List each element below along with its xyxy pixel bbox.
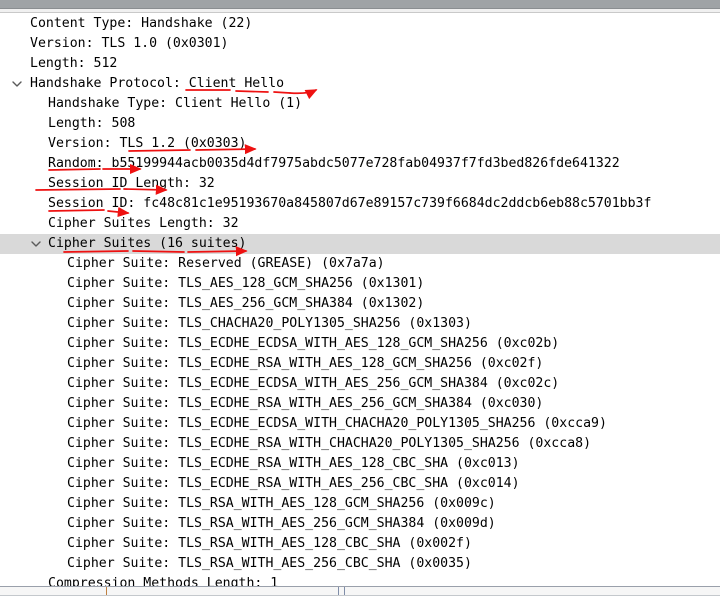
tree-row-label: Cipher Suite: TLS_ECDHE_RSA_WITH_AES_128… xyxy=(67,356,544,371)
tree-row-label: Session ID: fc48c81c1e95193670a845807d67… xyxy=(48,196,652,211)
tree-row-cipher-suite-3[interactable]: Cipher Suite: TLS_CHACHA20_POLY1305_SHA2… xyxy=(0,314,720,334)
tree-row-random[interactable]: Random: b55199944acb0035d4df7975abdc5077… xyxy=(0,154,720,174)
tree-row-handshake-protocol[interactable]: Handshake Protocol: Client Hello xyxy=(0,74,720,94)
tree-row-label: Cipher Suite: TLS_AES_256_GCM_SHA384 (0x… xyxy=(67,296,425,311)
tree-row-cipher-suite-2[interactable]: Cipher Suite: TLS_AES_256_GCM_SHA384 (0x… xyxy=(0,294,720,314)
tree-row-label: Cipher Suite: TLS_RSA_WITH_AES_256_GCM_S… xyxy=(67,516,496,531)
packet-details-pane: Content Type: Handshake (22) Version: TLS… xyxy=(0,0,720,596)
tree-row-label: Cipher Suite: TLS_RSA_WITH_AES_256_CBC_S… xyxy=(67,556,472,571)
status-bar xyxy=(0,586,720,596)
tree-row-handshake-type[interactable]: Handshake Type: Client Hello (1) xyxy=(0,94,720,114)
tree-row-label: Cipher Suite: TLS_RSA_WITH_AES_128_GCM_S… xyxy=(67,496,496,511)
tree-row-cipher-suite-6[interactable]: Cipher Suite: TLS_ECDHE_ECDSA_WITH_AES_2… xyxy=(0,374,720,394)
tree-row-label: Cipher Suite: TLS_CHACHA20_POLY1305_SHA2… xyxy=(67,316,472,331)
tree-row-label: Cipher Suites Length: 32 xyxy=(48,216,239,231)
chevron-down-icon[interactable] xyxy=(31,234,45,254)
tree-row-label: Cipher Suite: TLS_ECDHE_RSA_WITH_AES_256… xyxy=(67,476,520,491)
tree-row-cipher-suite-14[interactable]: Cipher Suite: TLS_RSA_WITH_AES_128_CBC_S… xyxy=(0,534,720,554)
tree-row-cipher-suite-8[interactable]: Cipher Suite: TLS_ECDHE_ECDSA_WITH_CHACH… xyxy=(0,414,720,434)
tree-row-length-handshake[interactable]: Length: 508 xyxy=(0,114,720,134)
tree-row-label: Cipher Suite: TLS_RSA_WITH_AES_128_CBC_S… xyxy=(67,536,472,551)
tree-row-label: Content Type: Handshake (22) xyxy=(30,16,253,31)
tree-row-label: Cipher Suite: TLS_AES_128_GCM_SHA256 (0x… xyxy=(67,276,425,291)
chevron-down-icon[interactable] xyxy=(12,74,26,94)
tree-row-label: Cipher Suite: TLS_ECDHE_RSA_WITH_AES_128… xyxy=(67,456,520,471)
tree-row-cipher-suite-12[interactable]: Cipher Suite: TLS_RSA_WITH_AES_128_GCM_S… xyxy=(0,494,720,514)
tree-row-label: Random: b55199944acb0035d4df7975abdc5077… xyxy=(48,156,620,171)
tree-row-cipher-suite-7[interactable]: Cipher Suite: TLS_ECDHE_RSA_WITH_AES_256… xyxy=(0,394,720,414)
tree-row-label: Length: 508 xyxy=(48,116,136,131)
tree-row-label: Compression Methods Length: 1 xyxy=(48,576,279,586)
tree-row-session-id[interactable]: Session ID: fc48c81c1e95193670a845807d67… xyxy=(0,194,720,214)
tree-row-content-type[interactable]: Content Type: Handshake (22) xyxy=(0,14,720,34)
pane-splitter[interactable] xyxy=(0,0,720,9)
pane-splitter-gap xyxy=(0,9,720,13)
tree-row-cipher-suite-1[interactable]: Cipher Suite: TLS_AES_128_GCM_SHA256 (0x… xyxy=(0,274,720,294)
tree-row-version-handshake[interactable]: Version: TLS 1.2 (0x0303) xyxy=(0,134,720,154)
tree-row-cipher-suites[interactable]: Cipher Suites (16 suites) xyxy=(0,234,720,254)
tree-row-label: Handshake Type: Client Hello (1) xyxy=(48,96,303,111)
tree-row-label: Cipher Suite: TLS_ECDHE_ECDSA_WITH_AES_1… xyxy=(67,336,560,351)
tree-row-compression-methods-length[interactable]: Compression Methods Length: 1 xyxy=(0,574,720,586)
tree-row-label: Cipher Suite: TLS_ECDHE_RSA_WITH_CHACHA2… xyxy=(67,436,592,451)
tree-row-cipher-suite-0[interactable]: Cipher Suite: Reserved (GREASE) (0x7a7a) xyxy=(0,254,720,274)
tree-row-version-record[interactable]: Version: TLS 1.0 (0x0301) xyxy=(0,34,720,54)
tree-row-cipher-suite-10[interactable]: Cipher Suite: TLS_ECDHE_RSA_WITH_AES_128… xyxy=(0,454,720,474)
tree-row-label: Cipher Suite: TLS_ECDHE_RSA_WITH_AES_256… xyxy=(67,396,544,411)
tree-row-cipher-suites-length[interactable]: Cipher Suites Length: 32 xyxy=(0,214,720,234)
tree-row-cipher-suite-4[interactable]: Cipher Suite: TLS_ECDHE_ECDSA_WITH_AES_1… xyxy=(0,334,720,354)
tree-row-label: Version: TLS 1.0 (0x0301) xyxy=(30,36,229,51)
tree-row-cipher-suite-15[interactable]: Cipher Suite: TLS_RSA_WITH_AES_256_CBC_S… xyxy=(0,554,720,574)
tree-row-cipher-suite-13[interactable]: Cipher Suite: TLS_RSA_WITH_AES_256_GCM_S… xyxy=(0,514,720,534)
tree-row-label: Handshake Protocol: Client Hello xyxy=(30,76,285,91)
tree-row-label: Version: TLS 1.2 (0x0303) xyxy=(48,136,247,151)
tree-row-cipher-suite-5[interactable]: Cipher Suite: TLS_ECDHE_RSA_WITH_AES_128… xyxy=(0,354,720,374)
tree-row-label: Cipher Suite: TLS_ECDHE_ECDSA_WITH_AES_2… xyxy=(67,376,560,391)
tree-row-cipher-suite-11[interactable]: Cipher Suite: TLS_ECDHE_RSA_WITH_AES_256… xyxy=(0,474,720,494)
tree-row-length-record[interactable]: Length: 512 xyxy=(0,54,720,74)
packet-detail-tree[interactable]: Content Type: Handshake (22) Version: TLS… xyxy=(0,14,720,586)
tree-row-label: Session ID Length: 32 xyxy=(48,176,215,191)
tree-row-label: Length: 512 xyxy=(30,56,118,71)
tree-row-label: Cipher Suite: Reserved (GREASE) (0x7a7a) xyxy=(67,256,385,271)
tree-row-session-id-length[interactable]: Session ID Length: 32 xyxy=(0,174,720,194)
tree-row-label: Cipher Suite: TLS_ECDHE_ECDSA_WITH_CHACH… xyxy=(67,416,607,431)
tree-row-cipher-suite-9[interactable]: Cipher Suite: TLS_ECDHE_RSA_WITH_CHACHA2… xyxy=(0,434,720,454)
